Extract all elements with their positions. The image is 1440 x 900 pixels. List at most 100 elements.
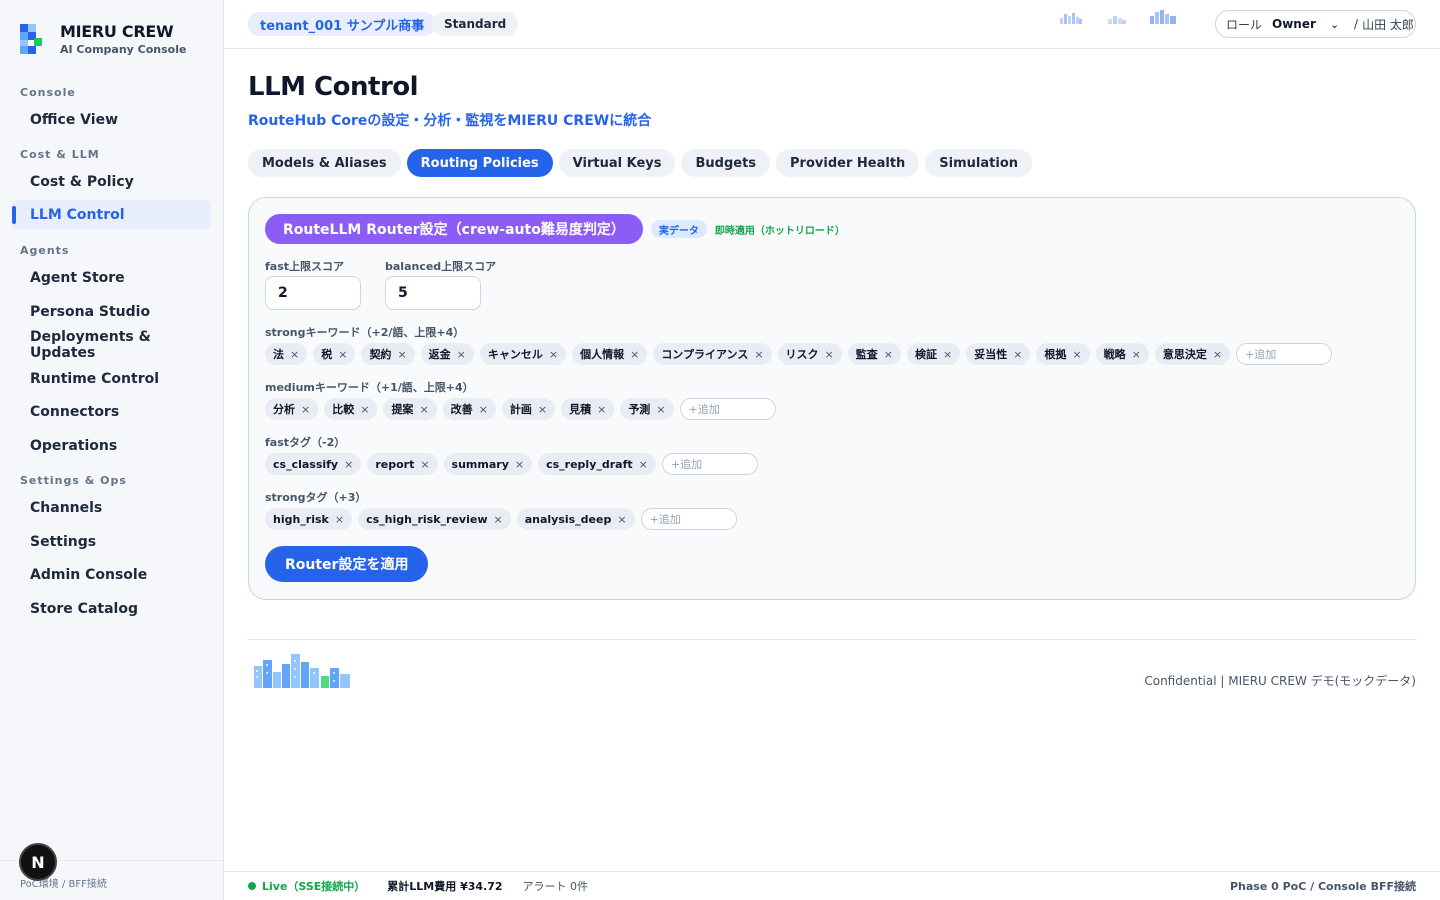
remove-tag-icon[interactable]: ×	[419, 403, 428, 416]
remove-tag-icon[interactable]: ×	[493, 513, 502, 526]
status-bar: Live（SSE接続中） 累計LLM費用 ¥34.72 アラート 0件 Phas…	[224, 871, 1440, 900]
strong-tags-list: high_risk × cs_high_risk_review × analysis_d…	[265, 508, 737, 530]
sidebar-item-store-catalog[interactable]: Store Catalog	[12, 594, 211, 624]
balanced-score-input[interactable]: 5	[385, 276, 481, 310]
remove-tag-icon[interactable]: ×	[1013, 348, 1022, 361]
balanced-score-label: balanced上限スコア	[385, 260, 497, 273]
router-settings-card: RouteLLM Router設定（crew-auto難易度判定） 実データ 即…	[248, 197, 1416, 600]
tag-label: 提案	[391, 403, 414, 416]
fast-score-input[interactable]: 2	[265, 276, 361, 310]
add-tag-input[interactable]: +追加	[661, 453, 758, 475]
skyline-icon	[1150, 10, 1176, 24]
remove-tag-icon[interactable]: ×	[290, 348, 299, 361]
apply-router-button[interactable]: Router設定を適用	[265, 546, 429, 582]
nav-group-settings-ops: Settings & Ops	[20, 474, 127, 487]
sidebar-item-runtime-control[interactable]: Runtime Control	[12, 364, 211, 394]
sidebar-item-admin-console[interactable]: Admin Console	[12, 560, 211, 590]
skyline-icon	[1108, 16, 1126, 24]
chevron-down-icon[interactable]: ⌄	[1330, 18, 1350, 31]
add-tag-input[interactable]: +追加	[679, 398, 776, 420]
sidebar-item-llm-control[interactable]: LLM Control	[12, 200, 211, 230]
tag-label: 根拠	[1044, 348, 1067, 361]
remove-tag-icon[interactable]: ×	[301, 403, 310, 416]
tag-label: 改善	[450, 403, 473, 416]
role-select[interactable]: Owner	[1272, 17, 1330, 31]
remove-tag-icon[interactable]: ×	[656, 403, 665, 416]
remove-tag-icon[interactable]: ×	[335, 513, 344, 526]
tag-label: 見積	[569, 403, 592, 416]
sidebar-item-settings[interactable]: Settings	[12, 527, 211, 557]
remove-tag-icon[interactable]: ×	[884, 348, 893, 361]
brand[interactable]: MIERU CREW AI Company Console	[20, 22, 186, 56]
sidebar: MIERU CREW AI Company Console Console Of…	[0, 0, 224, 900]
tag-chip: 妥当性 ×	[966, 343, 1031, 365]
tag-label: 返金	[428, 348, 451, 361]
remove-tag-icon[interactable]: ×	[549, 348, 558, 361]
remove-tag-icon[interactable]: ×	[360, 403, 369, 416]
remove-tag-icon[interactable]: ×	[1213, 348, 1222, 361]
tag-label: 契約	[369, 348, 392, 361]
tag-label: summary	[451, 457, 509, 471]
remove-tag-icon[interactable]: ×	[420, 458, 429, 471]
tag-chip: 計画 ×	[501, 398, 556, 420]
remove-tag-icon[interactable]: ×	[617, 513, 626, 526]
tab-budgets[interactable]: Budgets	[681, 149, 771, 177]
remove-tag-icon[interactable]: ×	[338, 348, 347, 361]
tenant-chip[interactable]: tenant_001 サンプル商事	[248, 12, 437, 36]
sidebar-item-office-view[interactable]: Office View	[12, 105, 211, 135]
tab-virtual-keys[interactable]: Virtual Keys	[558, 149, 676, 177]
confidential-note: Confidential | MIERU CREW デモ(モックデータ)	[1144, 674, 1416, 688]
remove-tag-icon[interactable]: ×	[397, 348, 406, 361]
sidebar-item-deployments-updates[interactable]: Deployments & Updates	[12, 329, 211, 361]
tag-label: 比較	[332, 403, 355, 416]
tag-chip: 改善 ×	[442, 398, 496, 420]
sidebar-item-channels[interactable]: Channels	[12, 493, 211, 523]
remove-tag-icon[interactable]: ×	[754, 348, 763, 361]
remove-tag-icon[interactable]: ×	[1072, 348, 1081, 361]
tag-label: analysis_deep	[524, 512, 612, 526]
tag-label: 検証	[914, 348, 937, 361]
remove-tag-icon[interactable]: ×	[344, 458, 353, 471]
remove-tag-icon[interactable]: ×	[630, 348, 639, 361]
strong-tags-label: strongタグ（+3）	[265, 491, 367, 504]
add-tag-input[interactable]: +追加	[640, 508, 737, 530]
sidebar-item-cost-policy[interactable]: Cost & Policy	[12, 167, 211, 197]
tag-chip: コンプライアンス ×	[653, 343, 772, 365]
remove-tag-icon[interactable]: ×	[1132, 348, 1141, 361]
tag-chip: analysis_deep ×	[516, 508, 635, 530]
tab-provider-health[interactable]: Provider Health	[776, 149, 920, 177]
live-status-dot	[248, 882, 256, 890]
top-header: tenant_001 サンプル商事 Standard ロール Owner ⌄ /…	[224, 0, 1440, 49]
tab-models-aliases[interactable]: Models & Aliases	[248, 149, 401, 177]
tag-chip: cs_high_risk_review ×	[358, 508, 511, 530]
sidebar-item-connectors[interactable]: Connectors	[12, 397, 211, 427]
sidebar-item-persona-studio[interactable]: Persona Studio	[12, 297, 211, 327]
tab-routing-policies[interactable]: Routing Policies	[406, 149, 553, 177]
remove-tag-icon[interactable]: ×	[825, 348, 834, 361]
medium-keywords-label: mediumキーワード（+1/語、上限+4）	[265, 381, 474, 394]
remove-tag-icon[interactable]: ×	[479, 403, 488, 416]
remove-tag-icon[interactable]: ×	[457, 348, 466, 361]
tag-label: cs_classify	[273, 457, 339, 471]
remove-tag-icon[interactable]: ×	[515, 458, 524, 471]
tag-chip: 返金 ×	[420, 343, 474, 365]
tag-label: キャンセル	[487, 348, 543, 361]
real-data-badge: 実データ	[650, 220, 707, 238]
role-selector[interactable]: ロール Owner ⌄ / 山田 太郎	[1215, 10, 1416, 38]
tag-label: 妥当性	[974, 348, 1008, 361]
alert-count[interactable]: アラート 0件	[523, 878, 589, 894]
remove-tag-icon[interactable]: ×	[597, 403, 606, 416]
dev-tools-badge[interactable]: N	[19, 843, 57, 881]
sidebar-item-agent-store[interactable]: Agent Store	[12, 263, 211, 293]
tab-simulation[interactable]: Simulation	[925, 149, 1033, 177]
remove-tag-icon[interactable]: ×	[639, 458, 648, 471]
strong-keywords-label: strongキーワード（+2/語、上限+4）	[265, 326, 465, 339]
remove-tag-icon[interactable]: ×	[538, 403, 547, 416]
remove-tag-icon[interactable]: ×	[943, 348, 952, 361]
medium-keywords-list: 分析 × 比較 × 提案 × 改善 × 計画 × 見積 × 予測 × +追加	[265, 398, 776, 420]
tag-label: 予測	[628, 403, 651, 416]
role-label: ロール	[1226, 17, 1263, 32]
tag-chip: 予測 ×	[620, 398, 674, 420]
add-tag-input[interactable]: +追加	[1236, 343, 1333, 365]
sidebar-item-operations[interactable]: Operations	[12, 431, 211, 461]
